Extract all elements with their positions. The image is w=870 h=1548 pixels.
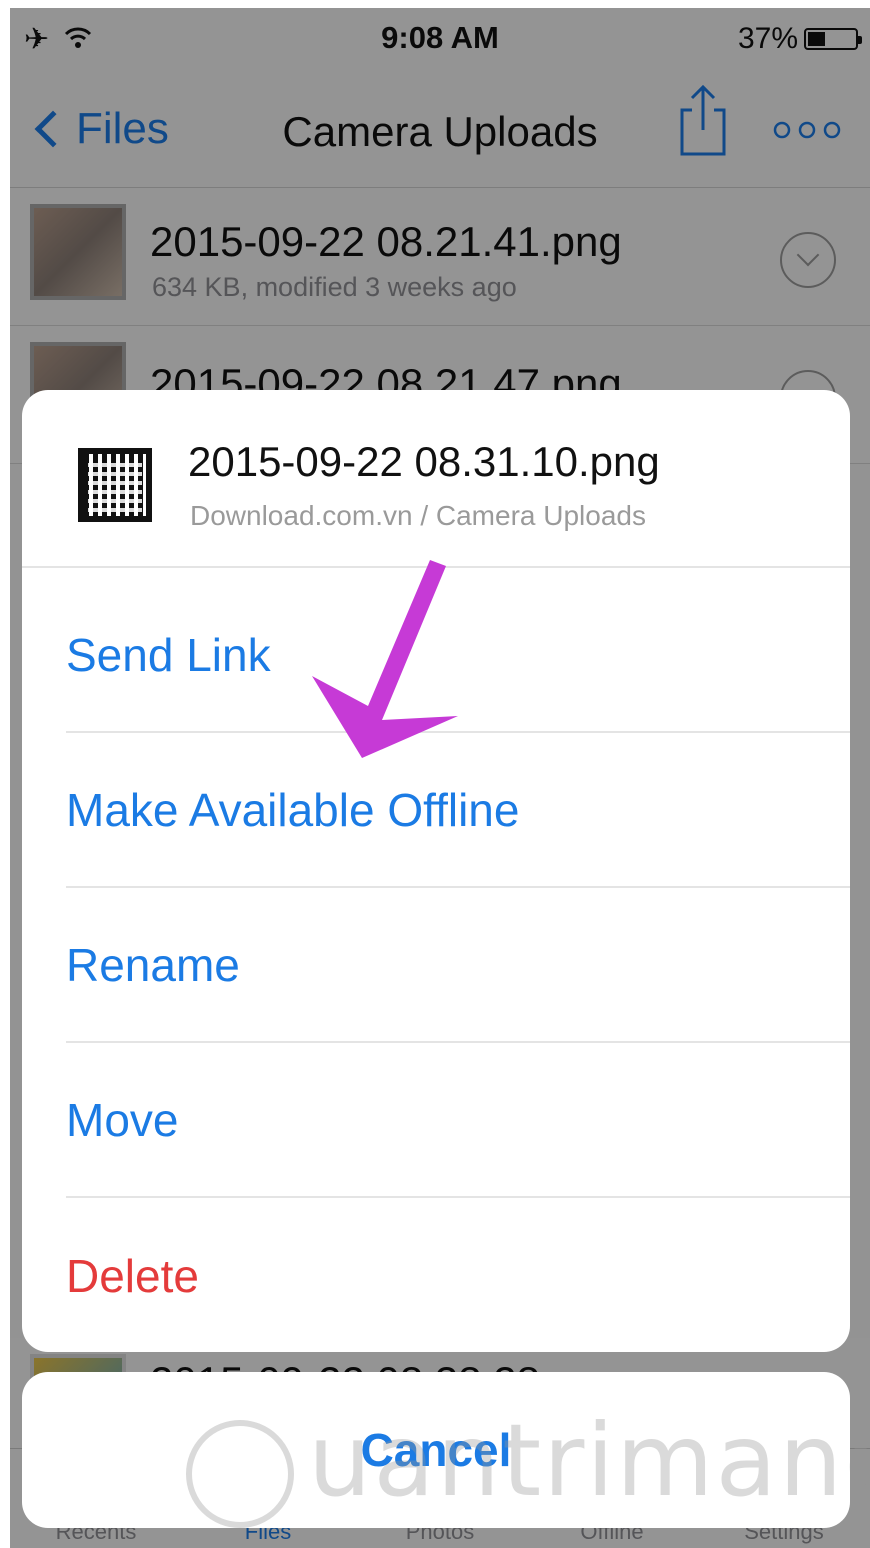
make-available-offline-button[interactable]: Make Available Offline — [66, 733, 850, 888]
send-link-button[interactable]: Send Link — [66, 578, 850, 733]
action-sheet-file-name: 2015-09-22 08.31.10.png — [188, 438, 660, 485]
delete-button[interactable]: Delete — [66, 1198, 850, 1352]
action-sheet-file-path: Download.com.vn / Camera Uploads — [190, 500, 646, 531]
action-sheet: 2015-09-22 08.31.10.png Download.com.vn … — [22, 390, 850, 1352]
rename-button[interactable]: Rename — [66, 888, 850, 1043]
cancel-button[interactable]: Cancel — [22, 1372, 850, 1528]
move-button[interactable]: Move — [66, 1043, 850, 1198]
